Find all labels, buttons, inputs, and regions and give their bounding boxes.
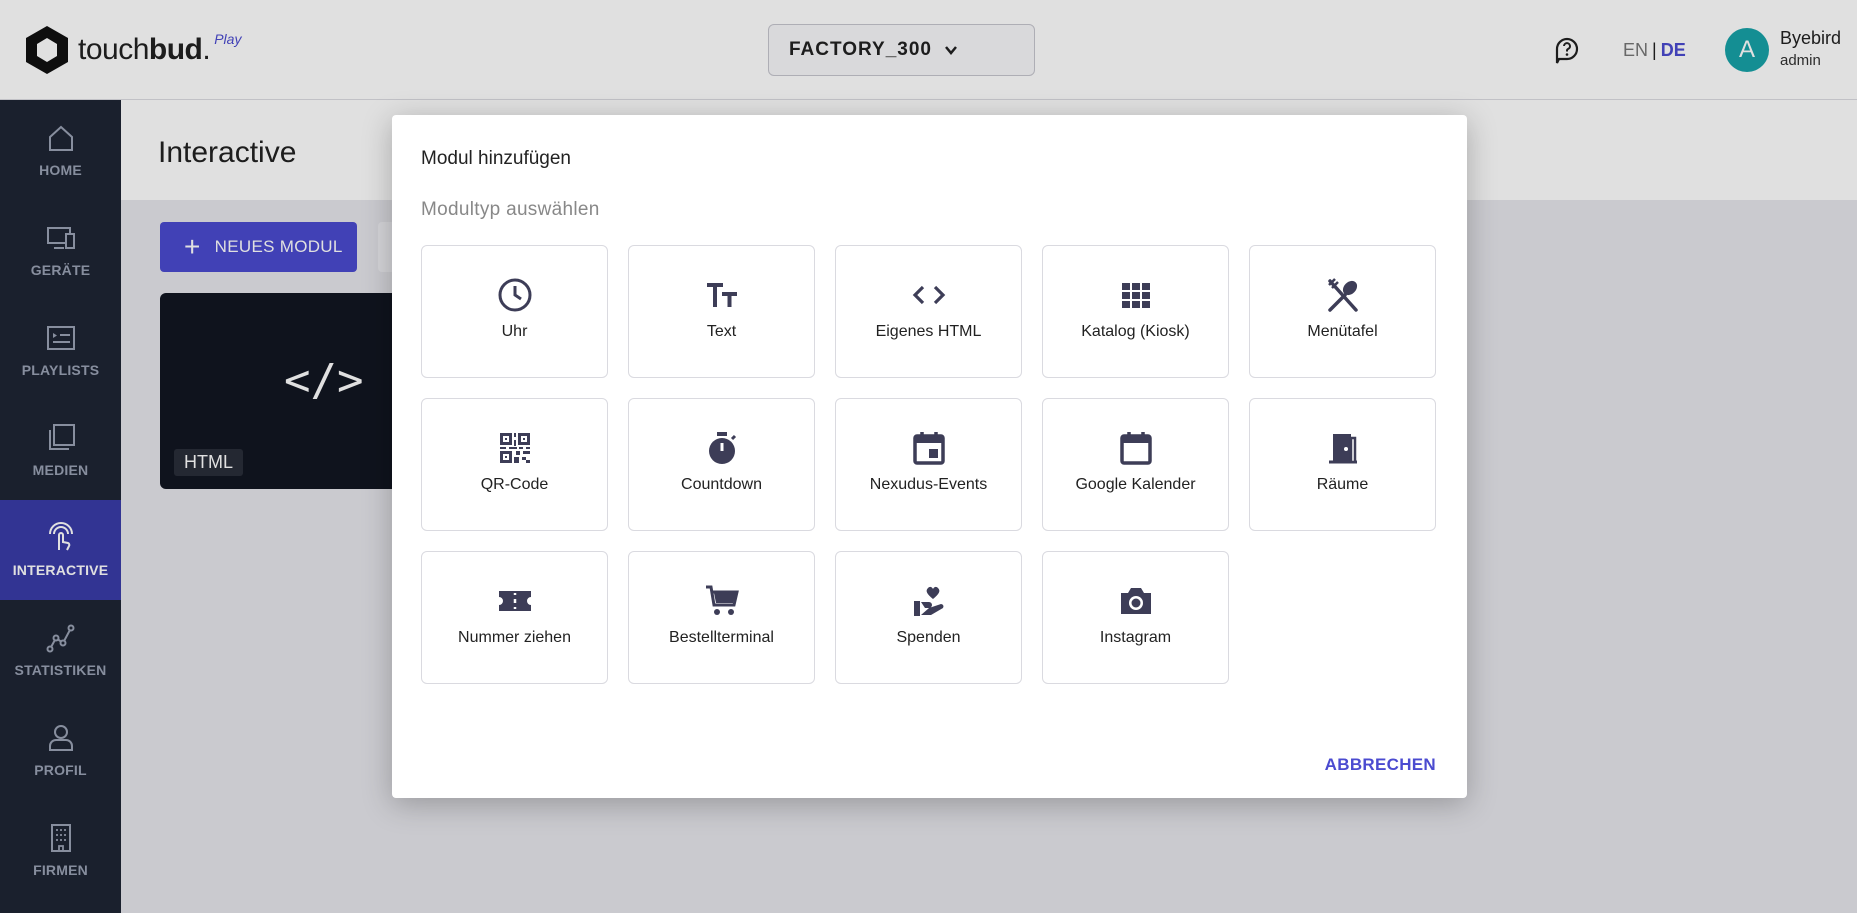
module-tile-qr-code[interactable]: QR-Code	[421, 398, 608, 531]
text-icon	[706, 283, 737, 307]
tile-label: Menütafel	[1307, 323, 1378, 340]
tile-label: Countdown	[681, 476, 762, 493]
tile-label: Nexudus-Events	[869, 476, 988, 493]
module-tile-catalog[interactable]: Katalog (Kiosk)	[1042, 245, 1229, 378]
module-tile-text[interactable]: Text	[628, 245, 815, 378]
module-tile-countdown[interactable]: Countdown	[628, 398, 815, 531]
timer-icon	[708, 432, 736, 464]
tile-label: Bestellterminal	[669, 629, 774, 646]
ticket-icon	[498, 591, 531, 611]
tile-label: Text	[706, 323, 737, 340]
module-tile-custom-html[interactable]: Eigenes HTML	[835, 245, 1022, 378]
tile-label: Katalog (Kiosk)	[1081, 323, 1190, 340]
module-tile-instagram[interactable]: Instagram	[1042, 551, 1229, 684]
tile-label: Instagram	[1099, 629, 1172, 646]
grid-icon	[1121, 283, 1150, 308]
tile-label: Spenden	[896, 629, 961, 646]
cancel-button[interactable]: ABBRECHEN	[1325, 755, 1436, 775]
event-icon	[912, 432, 945, 465]
module-tile-nexudus-events[interactable]: Nexudus-Events	[835, 398, 1022, 531]
camera-icon	[1120, 588, 1151, 614]
module-tile-clock[interactable]: Uhr	[421, 245, 608, 378]
code-icon	[912, 285, 945, 305]
cart-icon	[705, 585, 739, 615]
tile-label: Uhr	[501, 323, 528, 340]
tile-label: Räume	[1316, 476, 1369, 493]
dialog-title: Modul hinzufügen	[421, 148, 571, 169]
module-tile-menu-board[interactable]: Menütafel	[1249, 245, 1436, 378]
module-tile-take-number[interactable]: Nummer ziehen	[421, 551, 608, 684]
module-tile-order-terminal[interactable]: Bestellterminal	[628, 551, 815, 684]
module-tile-google-calendar[interactable]: Google Kalender	[1042, 398, 1229, 531]
utensils-icon	[1327, 278, 1358, 312]
tile-label: QR-Code	[480, 476, 549, 493]
tile-label: Nummer ziehen	[458, 629, 571, 646]
module-tile-donate[interactable]: Spenden	[835, 551, 1022, 684]
donate-icon	[913, 586, 943, 616]
add-module-dialog: Modul hinzufügen Modultyp auswählen Uhr …	[392, 115, 1467, 798]
calendar-icon	[1119, 432, 1152, 465]
tile-label: Eigenes HTML	[875, 323, 982, 340]
module-type-grid: Uhr Text Eigenes HTML Katalog (Kiosk) Me…	[421, 245, 1436, 684]
tile-label: Google Kalender	[1075, 476, 1196, 493]
dialog-subtitle: Modultyp auswählen	[421, 199, 600, 220]
module-tile-rooms[interactable]: Räume	[1249, 398, 1436, 531]
door-icon	[1328, 434, 1357, 464]
clock-icon	[498, 278, 531, 312]
qrcode-icon	[499, 433, 530, 463]
